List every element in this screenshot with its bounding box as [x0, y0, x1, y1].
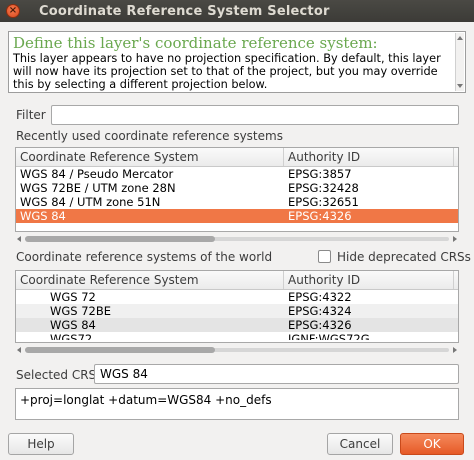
selected-crs-label: Selected CRS:	[16, 368, 101, 382]
hide-deprecated-label[interactable]: Hide deprecated CRSs	[337, 250, 471, 264]
filter-label: Filter	[16, 108, 46, 122]
cell-authority: EPSG:4322	[288, 290, 352, 304]
arrow-right-icon[interactable]	[453, 236, 457, 242]
info-message-box: Define this layer's coordinate reference…	[8, 31, 466, 93]
recent-crs-table[interactable]: Coordinate Reference System Authority ID…	[15, 147, 459, 232]
window-titlebar: × Coordinate Reference System Selector	[0, 0, 474, 22]
cell-crs: WGS 72BE	[50, 304, 112, 318]
cell-authority: EPSG:3857	[288, 167, 352, 181]
cell-crs: WGS72	[50, 332, 93, 340]
table-row[interactable]: WGS 72BE EPSG:4324	[16, 304, 458, 318]
cell-crs: WGS 84 / Pseudo Mercator	[20, 167, 174, 181]
table-row-current[interactable]: WGS 84 EPSG:4326	[16, 318, 458, 332]
cell-crs: WGS 72	[50, 290, 96, 304]
proj-definition-text: +proj=longlat +datum=WGS84 +no_defs	[15, 388, 459, 420]
cell-crs: WGS 84	[50, 318, 96, 332]
cell-crs: WGS 84 / UTM zone 51N	[20, 195, 161, 209]
world-table-hscrollbar[interactable]	[15, 344, 459, 356]
world-crs-table[interactable]: Coordinate Reference System Authority ID…	[15, 270, 459, 343]
hide-deprecated-checkbox[interactable]	[318, 250, 331, 263]
cell-authority: EPSG:32651	[288, 195, 359, 209]
cell-authority: EPSG:4324	[288, 304, 352, 318]
cell-crs: WGS 72BE / UTM zone 28N	[20, 181, 176, 195]
close-icon[interactable]: ×	[6, 4, 20, 18]
column-header-crs[interactable]: Coordinate Reference System	[16, 271, 284, 289]
message-body: This layer appears to have no projection…	[13, 52, 441, 91]
cell-authority: IGNF:WGS72G	[288, 332, 370, 340]
table-row[interactable]: WGS 72 EPSG:4322	[16, 290, 458, 304]
scroll-thumb[interactable]	[25, 236, 215, 242]
window-title: Coordinate Reference System Selector	[39, 3, 330, 19]
cell-authority: EPSG:4326	[288, 318, 352, 332]
message-header: Define this layer's coordinate reference…	[13, 34, 378, 52]
recent-table-header: Coordinate Reference System Authority ID	[16, 148, 458, 167]
arrow-left-icon[interactable]	[17, 236, 21, 242]
column-header-authority[interactable]: Authority ID	[284, 271, 454, 289]
column-header-authority[interactable]: Authority ID	[284, 148, 454, 166]
arrow-up-icon[interactable]	[457, 36, 463, 40]
recent-crs-label: Recently used coordinate reference syste…	[16, 129, 283, 143]
scroll-thumb[interactable]	[25, 347, 215, 353]
selected-crs-field[interactable]	[94, 364, 459, 384]
recent-table-hscrollbar[interactable]	[15, 233, 459, 245]
table-row[interactable]: WGS 84 / Pseudo Mercator EPSG:3857	[16, 167, 458, 181]
ok-button[interactable]: OK	[400, 433, 464, 455]
table-row-selected[interactable]: WGS 84 EPSG:4326	[16, 209, 458, 223]
cancel-button[interactable]: Cancel	[327, 433, 393, 455]
world-table-header: Coordinate Reference System Authority ID	[16, 271, 458, 290]
cell-crs: WGS 84	[20, 209, 66, 223]
column-header-crs[interactable]: Coordinate Reference System	[16, 148, 284, 166]
arrow-down-icon[interactable]	[457, 84, 463, 88]
table-row[interactable]: WGS 84 / UTM zone 51N EPSG:32651	[16, 195, 458, 209]
arrow-right-icon[interactable]	[453, 347, 457, 353]
filter-input[interactable]	[51, 105, 459, 125]
table-row[interactable]: WGS 72BE / UTM zone 28N EPSG:32428	[16, 181, 458, 195]
world-crs-label: Coordinate reference systems of the worl…	[16, 250, 273, 264]
help-button[interactable]: Help	[8, 433, 74, 455]
message-scrollbar[interactable]	[455, 33, 464, 91]
cell-authority: EPSG:32428	[288, 181, 359, 195]
table-row[interactable]: WGS72 IGNF:WGS72G	[16, 332, 458, 340]
arrow-left-icon[interactable]	[17, 347, 21, 353]
cell-authority: EPSG:4326	[288, 209, 352, 223]
